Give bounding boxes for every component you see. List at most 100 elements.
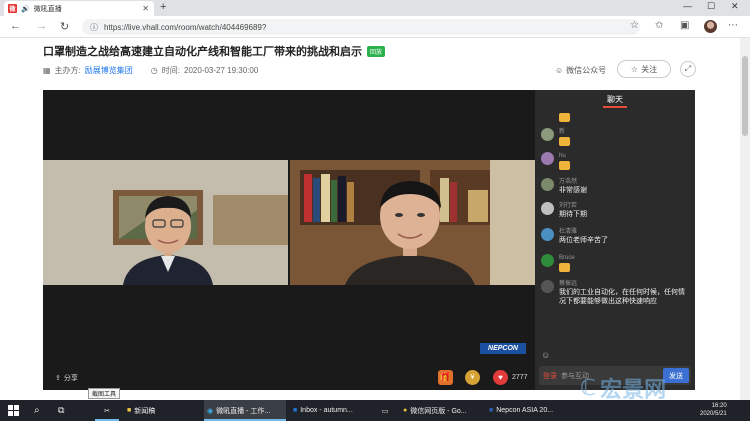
reward-icon[interactable]: ¥ (465, 370, 480, 385)
clock-date: 2020/5/21 (700, 411, 727, 417)
avatar (541, 112, 554, 125)
event-title: 口罩制造之战给高速建立自动化产线和智能工厂带来的挑战和启示 (43, 46, 362, 58)
taskbar-item-label: Inbox - autumn... (300, 407, 353, 414)
favorite-star-icon[interactable]: ☆ (630, 20, 639, 31)
chat-message: Bruce (541, 254, 575, 273)
follow-label: 关注 (641, 64, 658, 74)
taskbar-tooltip: 截图工具 (88, 388, 120, 399)
favorites-icon[interactable]: ✩ (655, 20, 663, 31)
building-icon: ▦ (43, 66, 51, 75)
like-count: 2777 (512, 374, 528, 381)
player-controls: ⇪ 分享 🎁 ¥ ♥ 2777 (43, 365, 535, 390)
maximize-icon[interactable]: ☐ (707, 1, 715, 12)
avatar (541, 280, 554, 293)
outlook-icon: ■ (293, 407, 298, 414)
time-label: 时间: (161, 66, 181, 75)
back-icon[interactable]: ← (10, 20, 21, 32)
task-view-icon[interactable]: ⧉ (58, 400, 64, 421)
chat-message: 蔡振远 我们的工业自动化，在任何时候，任何情况下都要能够做出这种快速响应 (541, 280, 691, 306)
window-close-icon[interactable]: ✕ (731, 1, 739, 12)
speaker-video-left (43, 160, 288, 285)
taskbar-item-outlook[interactable]: ■ Inbox - autumn... (290, 400, 370, 421)
gift-icon[interactable]: 🎁 (438, 370, 453, 385)
chat-message: 刘行若 期待下期 (541, 202, 587, 219)
chat-username: hu (559, 153, 566, 159)
thumbs-up-icon (559, 137, 570, 146)
edge-icon: ◉ (207, 407, 214, 415)
chat-username: 新 (559, 129, 566, 135)
monitor-icon[interactable]: ▭ (375, 400, 395, 421)
thumbs-up-icon (559, 113, 570, 122)
speaker-right-picture (290, 160, 535, 285)
wechat-label: 微信公众号 (566, 66, 607, 75)
chat-message: 新 (541, 128, 570, 147)
chat-message: 万浩然 非常感谢 (541, 178, 587, 195)
event-meta: ▦ 主办方: 励展博览集团 ◷ 时间: 2020-03-27 19:30:00 (43, 65, 258, 76)
url-text[interactable]: https://live.vhall.com/room/watch/404469… (104, 23, 266, 32)
new-tab-icon[interactable]: + (160, 1, 166, 13)
chat-username: Bruce (559, 255, 575, 261)
more-menu-icon[interactable]: ⋯ (728, 20, 738, 31)
chat-message: hu (541, 152, 570, 171)
nepcon-logo: NEPCON (480, 343, 526, 354)
address-bar[interactable]: ⓘ https://live.vhall.com/room/watch/4044… (82, 19, 640, 35)
taskbar-item-label: 新闻稿 (134, 407, 156, 415)
minimize-icon[interactable]: — (683, 1, 692, 11)
follow-button[interactable]: ☆ 关注 (617, 60, 671, 78)
speaker-icon[interactable]: 🔊 (21, 5, 30, 13)
tab-close-icon[interactable]: ✕ (142, 4, 149, 13)
taskbar-item-news[interactable]: ■ 新闻稿 (124, 400, 196, 421)
refresh-icon[interactable]: ↻ (60, 20, 69, 33)
taskbar-item-chrome[interactable]: ● 微信网页版 - Go... (400, 400, 482, 421)
chat-text: 两位老师辛苦了 (559, 237, 608, 244)
snipping-tool-icon[interactable]: ✂ (95, 400, 119, 421)
avatar (541, 178, 554, 191)
host-link[interactable]: 励展博览集团 (85, 65, 133, 76)
avatar (541, 202, 554, 215)
star-icon: ☆ (630, 64, 639, 74)
chat-text: 我们的工业自动化，在任何时候，任何情况下都要能够做出这种快速响应 (559, 289, 685, 305)
chat-username: 万浩然 (559, 179, 578, 185)
page-scrollbar[interactable] (740, 38, 750, 400)
like-heart-icon[interactable]: ♥ (493, 370, 508, 385)
start-windows-icon[interactable] (8, 400, 19, 421)
video-player[interactable]: NEPCON ⇪ 分享 🎁 ¥ ♥ 2777 (43, 90, 535, 390)
taskbar-item-word[interactable]: ■ Nepcon ASIA 20... (486, 400, 572, 421)
chrome-icon: ● (403, 407, 408, 414)
host-label: 主办方: (54, 66, 81, 75)
wechat-account-button[interactable]: ☺ 微信公众号 (555, 65, 606, 76)
share-button[interactable]: ⇪ 分享 (55, 373, 78, 383)
emoji-icon[interactable]: ☺ (541, 350, 550, 360)
word-icon: ■ (489, 407, 494, 414)
tab-title: 微吼直播 (33, 5, 62, 13)
site-watermark: ℂ 宏景网 (580, 368, 740, 408)
login-link[interactable]: 登录 (543, 371, 557, 381)
profile-avatar[interactable] (704, 20, 717, 33)
collections-icon[interactable]: ▣ (680, 20, 689, 31)
browser-tab-bar: 微 🔊 微吼直播 ✕ + — ☐ ✕ (0, 0, 750, 16)
chat-panel: 聊天 新 hu 万浩然 非常感谢 刘行若 期待下期 杜清雅 两位老师辛苦了 Br… (535, 90, 695, 390)
windows-logo (8, 405, 19, 416)
page-content: 口罩制造之战给高速建立自动化产线和智能工厂带来的挑战和启示 回放 ▦ 主办方: … (0, 38, 740, 400)
search-icon[interactable]: ⌕ (34, 400, 40, 421)
page-title: 口罩制造之战给高速建立自动化产线和智能工厂带来的挑战和启示 回放 (43, 43, 386, 59)
info-icon[interactable]: ⓘ (90, 22, 98, 33)
chat-username: 杜清雅 (559, 229, 578, 235)
speaker-video-right (290, 160, 535, 285)
expand-icon[interactable]: ⤢ (680, 61, 696, 77)
chat-text: 期待下期 (559, 211, 587, 218)
avatar (541, 254, 554, 267)
forward-icon[interactable]: → (36, 20, 47, 32)
avatar (541, 152, 554, 165)
chat-text: 非常感谢 (559, 187, 587, 194)
taskbar-item-vhall[interactable]: ◉ 微吼直播 - 工作... (204, 400, 286, 421)
wechat-icon: ☺ (555, 66, 564, 75)
clock-icon: ◷ (150, 66, 158, 75)
scrollbar-thumb[interactable] (742, 56, 748, 136)
speaker-left-picture (43, 160, 288, 285)
chat-message (541, 112, 570, 125)
browser-tab[interactable]: 微 🔊 微吼直播 ✕ (4, 1, 154, 16)
chat-username: 刘行若 (559, 203, 578, 209)
chat-tab-label: 聊天 (607, 94, 623, 104)
chat-message: 杜清雅 两位老师辛苦了 (541, 228, 608, 245)
